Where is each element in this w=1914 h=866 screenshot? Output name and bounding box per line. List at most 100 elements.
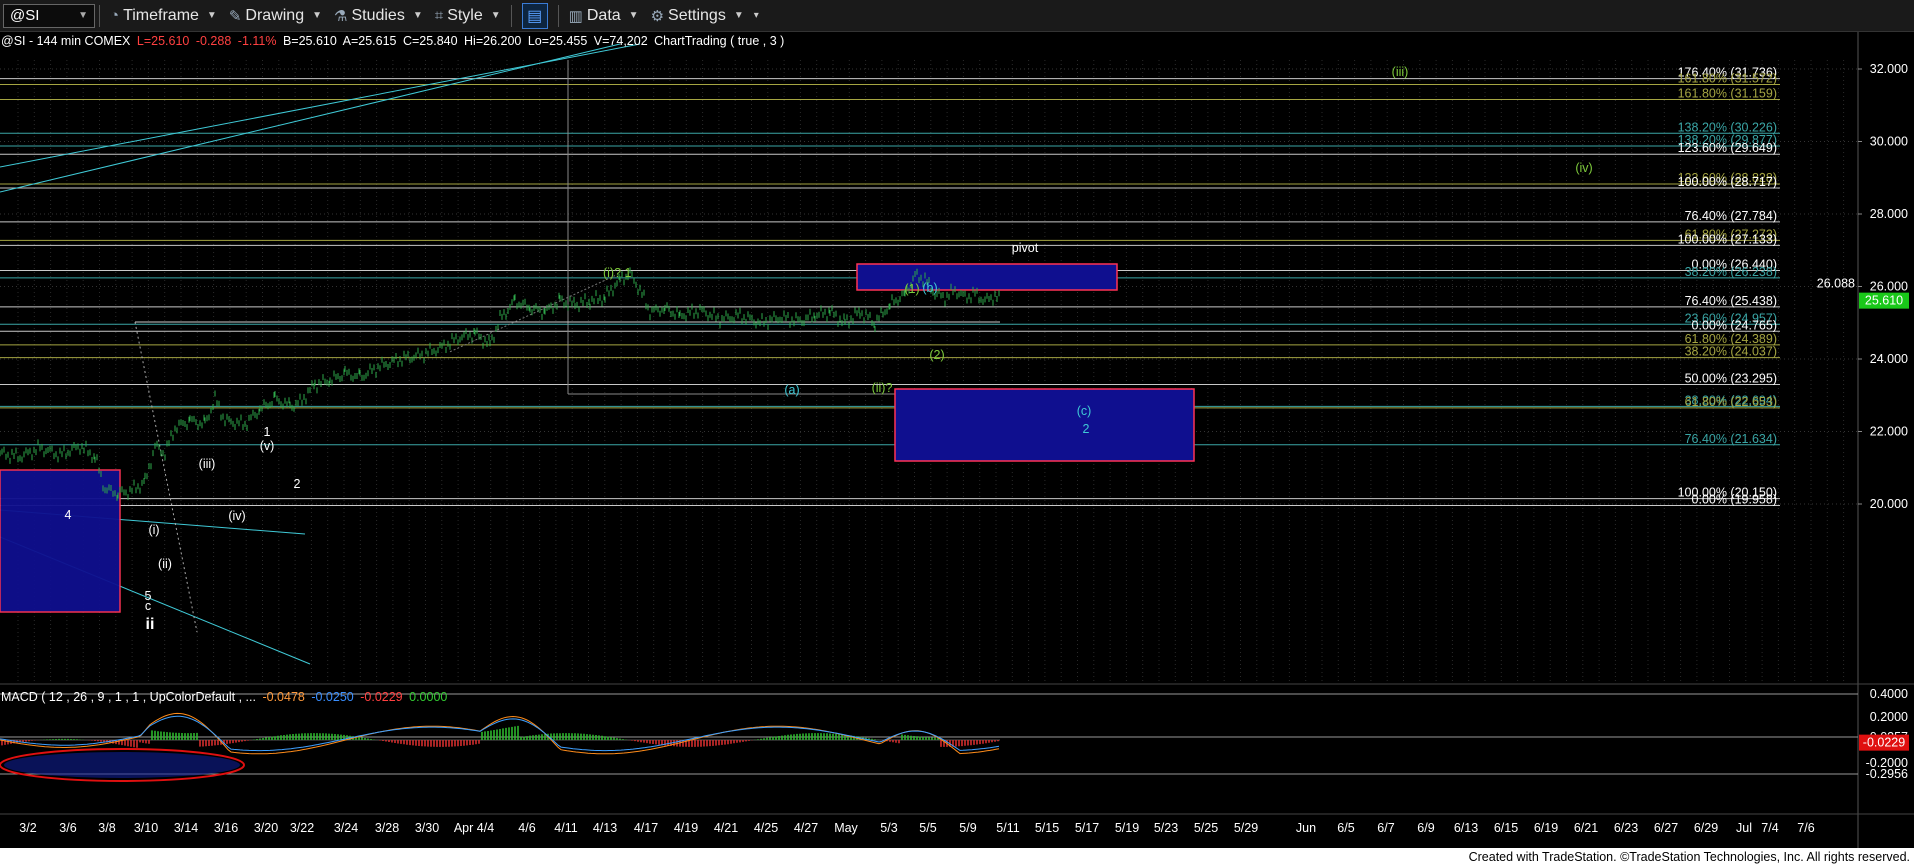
wave-label: c <box>145 599 151 613</box>
chevron-down-icon: ▼ <box>733 10 744 21</box>
date-axis-label: 3/20 <box>254 821 278 835</box>
clock-icon: ◔ <box>110 7 120 24</box>
wave-label: (a) <box>784 383 799 397</box>
date-axis-label: 5/5 <box>919 821 936 835</box>
data-menu[interactable]: ▥ Data ▼ <box>563 0 645 31</box>
date-axis-label: 3/16 <box>214 821 238 835</box>
line-value-label: 26.088 <box>1817 276 1855 290</box>
chart-canvas[interactable]: 176.40% (31.736)161.80% (31.572)161.80% … <box>0 32 1914 848</box>
wave-label: 2 <box>294 477 301 491</box>
symbol-value: @SI <box>10 7 40 24</box>
separator <box>99 4 100 27</box>
copyright-footer: Created with TradeStation. ©TradeStation… <box>0 848 1914 866</box>
wave-label: (1) <box>904 282 919 296</box>
macd-value: -0.0478 <box>262 690 305 704</box>
wave-label: (ii)? <box>872 381 893 395</box>
chevron-down-icon: ▼ <box>312 10 322 21</box>
wave-label: pivot <box>1012 241 1039 255</box>
date-axis-label: 4/19 <box>674 821 698 835</box>
date-axis-label: 3/8 <box>98 821 115 835</box>
date-axis-label: 5/3 <box>880 821 897 835</box>
settings-label: Settings <box>668 6 726 24</box>
price-axis-label: 28.000 <box>1870 207 1908 221</box>
macd-label: MACD ( 12 , 26 , 9 , 1 , 1 , UpColorDefa… <box>1 690 256 704</box>
flask-icon: ⚗ <box>334 7 348 25</box>
date-axis-label: 4/21 <box>714 821 738 835</box>
date-axis-label: 6/15 <box>1494 821 1518 835</box>
overflow-icon: ▾ <box>753 10 759 21</box>
macd-axis-label: 0.4000 <box>1870 687 1908 701</box>
wave-label: (v) <box>260 439 275 453</box>
highlight-fill <box>4 752 240 778</box>
date-axis-label: 6/9 <box>1417 821 1434 835</box>
date-axis-label: 7/4 <box>1761 821 1778 835</box>
chevron-down-icon: ▼ <box>206 10 217 21</box>
date-axis-label: 6/19 <box>1534 821 1558 835</box>
wave-label: (ii) <box>158 557 172 571</box>
style-menu[interactable]: ⌗ Style ▼ <box>429 0 507 31</box>
wave-label: ii <box>146 616 155 633</box>
fib-label: 50.00% (23.295) <box>1685 372 1777 386</box>
date-axis-label: May <box>834 821 858 835</box>
data-label: Data <box>586 6 621 24</box>
toolbar: @SI ▼ ◔ Timeframe ▼ ✎ Drawing ▼ ⚗ Studie… <box>0 0 1914 32</box>
drawing-menu[interactable]: ✎ Drawing ▼ <box>223 0 328 31</box>
bid-price: B=25.610 <box>282 34 337 48</box>
price-axis-label: 26.000 <box>1870 280 1908 294</box>
fib-label: 0.00% (24.765) <box>1692 318 1777 332</box>
close-price: C=25.840 <box>402 34 458 48</box>
wave-label: (b) <box>922 281 937 295</box>
date-axis-label: 3/24 <box>334 821 358 835</box>
timeframe-menu[interactable]: ◔ Timeframe ▼ <box>104 0 223 31</box>
macd-info-line: MACD ( 12 , 26 , 9 , 1 , 1 , UpColorDefa… <box>1 690 450 704</box>
date-axis-label: 4/11 <box>554 821 577 835</box>
percent-change: -1.11% <box>237 34 277 48</box>
price-axis-label: 32.000 <box>1870 62 1908 76</box>
trend-line <box>0 43 621 193</box>
fib-label: 61.80% (22.653) <box>1685 395 1777 409</box>
pencil-icon: ✎ <box>228 7 242 25</box>
studies-label: Studies <box>351 6 405 24</box>
date-axis-label: Jul <box>1736 821 1752 835</box>
date-axis-label: 3/30 <box>415 821 439 835</box>
date-axis-label: 5/15 <box>1035 821 1059 835</box>
fib-label: 38.20% (26.238) <box>1685 265 1777 279</box>
separator <box>557 4 559 27</box>
date-axis-label: 6/7 <box>1377 821 1394 835</box>
chevron-down-icon: ▼ <box>490 10 501 21</box>
date-axis-label: 4/13 <box>593 821 617 835</box>
date-axis-label: 3/10 <box>134 821 158 835</box>
fib-label: 76.40% (25.438) <box>1685 294 1777 308</box>
macd-value-tag-label: -0.0229 <box>1863 736 1905 750</box>
date-axis-label: 4/6 <box>518 821 535 835</box>
fib-label: 161.80% (31.572) <box>1678 72 1777 86</box>
wave-label: (iii) <box>199 457 216 471</box>
drawing-label: Drawing <box>245 6 305 24</box>
chart-area[interactable]: 176.40% (31.736) 161.80% (31.572) 161.80% … <box>0 32 1914 848</box>
settings-menu[interactable]: ⚙ Settings ▼ ▾ <box>645 0 765 31</box>
date-axis-label: 3/14 <box>174 821 198 835</box>
wave-label: 2 <box>1083 422 1090 436</box>
timeframe-label: Timeframe <box>123 6 199 24</box>
date-axis-label: 6/21 <box>1574 821 1598 835</box>
ask-price: A=25.615 <box>342 34 397 48</box>
layout-button[interactable]: ▤ <box>521 2 548 29</box>
date-axis-label: 4/27 <box>794 821 818 835</box>
fib-label: 100.00% (28.717) <box>1678 175 1777 189</box>
wave-label: 1 <box>625 266 632 280</box>
date-axis-label: 6/29 <box>1694 821 1718 835</box>
symbol-selector[interactable]: @SI ▼ <box>3 3 95 28</box>
gear-icon: ⚙ <box>650 7 665 25</box>
wave-label: (i) <box>148 523 159 537</box>
date-axis-label: Apr 4/4 <box>454 821 494 835</box>
fib-label: 76.40% (27.784) <box>1685 209 1777 223</box>
wave-label: (iv) <box>1575 161 1592 175</box>
fib-label: 100.00% (27.133) <box>1678 232 1777 246</box>
studies-menu[interactable]: ⚗ Studies ▼ <box>328 0 429 31</box>
fib-label: 0.00% (19.958) <box>1692 493 1777 507</box>
date-axis-label: Jun <box>1296 821 1316 835</box>
fib-label: 161.80% (31.159) <box>1678 86 1777 100</box>
macd-histogram-negative <box>1 740 999 748</box>
date-axis-label: 5/17 <box>1075 821 1099 835</box>
wave-label: (i)? <box>603 266 621 280</box>
